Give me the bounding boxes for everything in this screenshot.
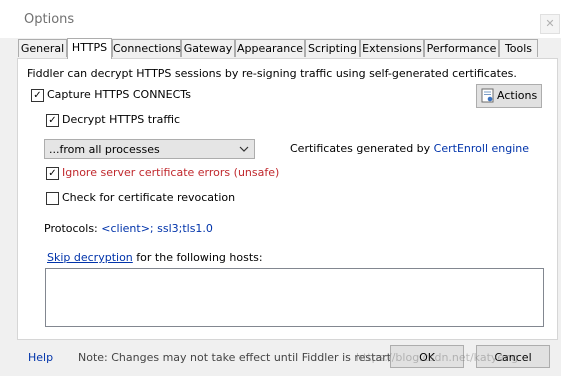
- skip-decryption-text: for the following hosts:: [136, 251, 263, 264]
- skip-decryption-hosts-textarea[interactable]: [45, 268, 544, 327]
- process-filter-select[interactable]: ...from all processes: [44, 139, 255, 159]
- close-icon[interactable]: ✕: [540, 14, 560, 34]
- cert-engine-prefix: Certificates generated by: [290, 142, 431, 155]
- dialog-footer: Help Note: Changes may not take effect u…: [0, 340, 561, 376]
- protocols-link[interactable]: <client>; ssl3;tls1.0: [101, 222, 213, 235]
- tab-connections[interactable]: Connections: [112, 39, 181, 57]
- tab-performance[interactable]: Performance: [424, 39, 499, 57]
- tab-scripting[interactable]: Scripting: [305, 39, 360, 57]
- skip-decryption-row: Skip decryption for the following hosts:: [47, 251, 263, 264]
- protocols-label: Protocols:: [44, 222, 98, 235]
- ignore-cert-errors-label: Ignore server certificate errors (unsafe…: [62, 166, 280, 179]
- tab-extensions[interactable]: Extensions: [360, 39, 424, 57]
- tab-gateway[interactable]: Gateway: [181, 39, 235, 57]
- watermark-text: https://blog.csdn.net/katyeng: [356, 351, 519, 364]
- actions-button[interactable]: Actions: [476, 84, 542, 108]
- decrypt-https-checkbox[interactable]: ✓: [46, 114, 59, 127]
- capture-https-label: Capture HTTPS CONNECTs: [47, 88, 191, 101]
- check-revocation-label: Check for certificate revocation: [62, 191, 236, 204]
- title-bar: Options ✕: [0, 0, 561, 38]
- certificates-generated-text: Certificates generated by CertEnroll eng…: [290, 142, 529, 155]
- cert-engine-link[interactable]: CertEnroll engine: [434, 142, 529, 155]
- window-title: Options: [24, 12, 75, 27]
- process-filter-value: ...from all processes: [49, 143, 160, 156]
- actions-label: Actions: [497, 89, 538, 102]
- options-dialog: Options ✕ General HTTPS Connections Gate…: [0, 0, 561, 376]
- chevron-down-icon: [238, 143, 250, 155]
- check-revocation-checkbox[interactable]: [46, 192, 59, 205]
- tab-appearance[interactable]: Appearance: [235, 39, 305, 57]
- ignore-cert-errors-checkbox[interactable]: ✓: [46, 167, 59, 180]
- skip-decryption-link[interactable]: Skip decryption: [47, 251, 133, 264]
- tab-strip: General HTTPS Connections Gateway Appear…: [18, 38, 538, 59]
- help-link[interactable]: Help: [28, 351, 53, 364]
- tab-general[interactable]: General: [18, 39, 67, 57]
- tab-https[interactable]: HTTPS: [67, 38, 112, 59]
- https-description: Fiddler can decrypt HTTPS sessions by re…: [27, 67, 517, 80]
- certificate-icon: [481, 88, 495, 103]
- protocols-row: Protocols: <client>; ssl3;tls1.0: [44, 222, 213, 235]
- decrypt-https-label: Decrypt HTTPS traffic: [62, 113, 180, 126]
- tab-tools[interactable]: Tools: [499, 39, 538, 57]
- capture-https-checkbox[interactable]: ✓: [31, 89, 44, 102]
